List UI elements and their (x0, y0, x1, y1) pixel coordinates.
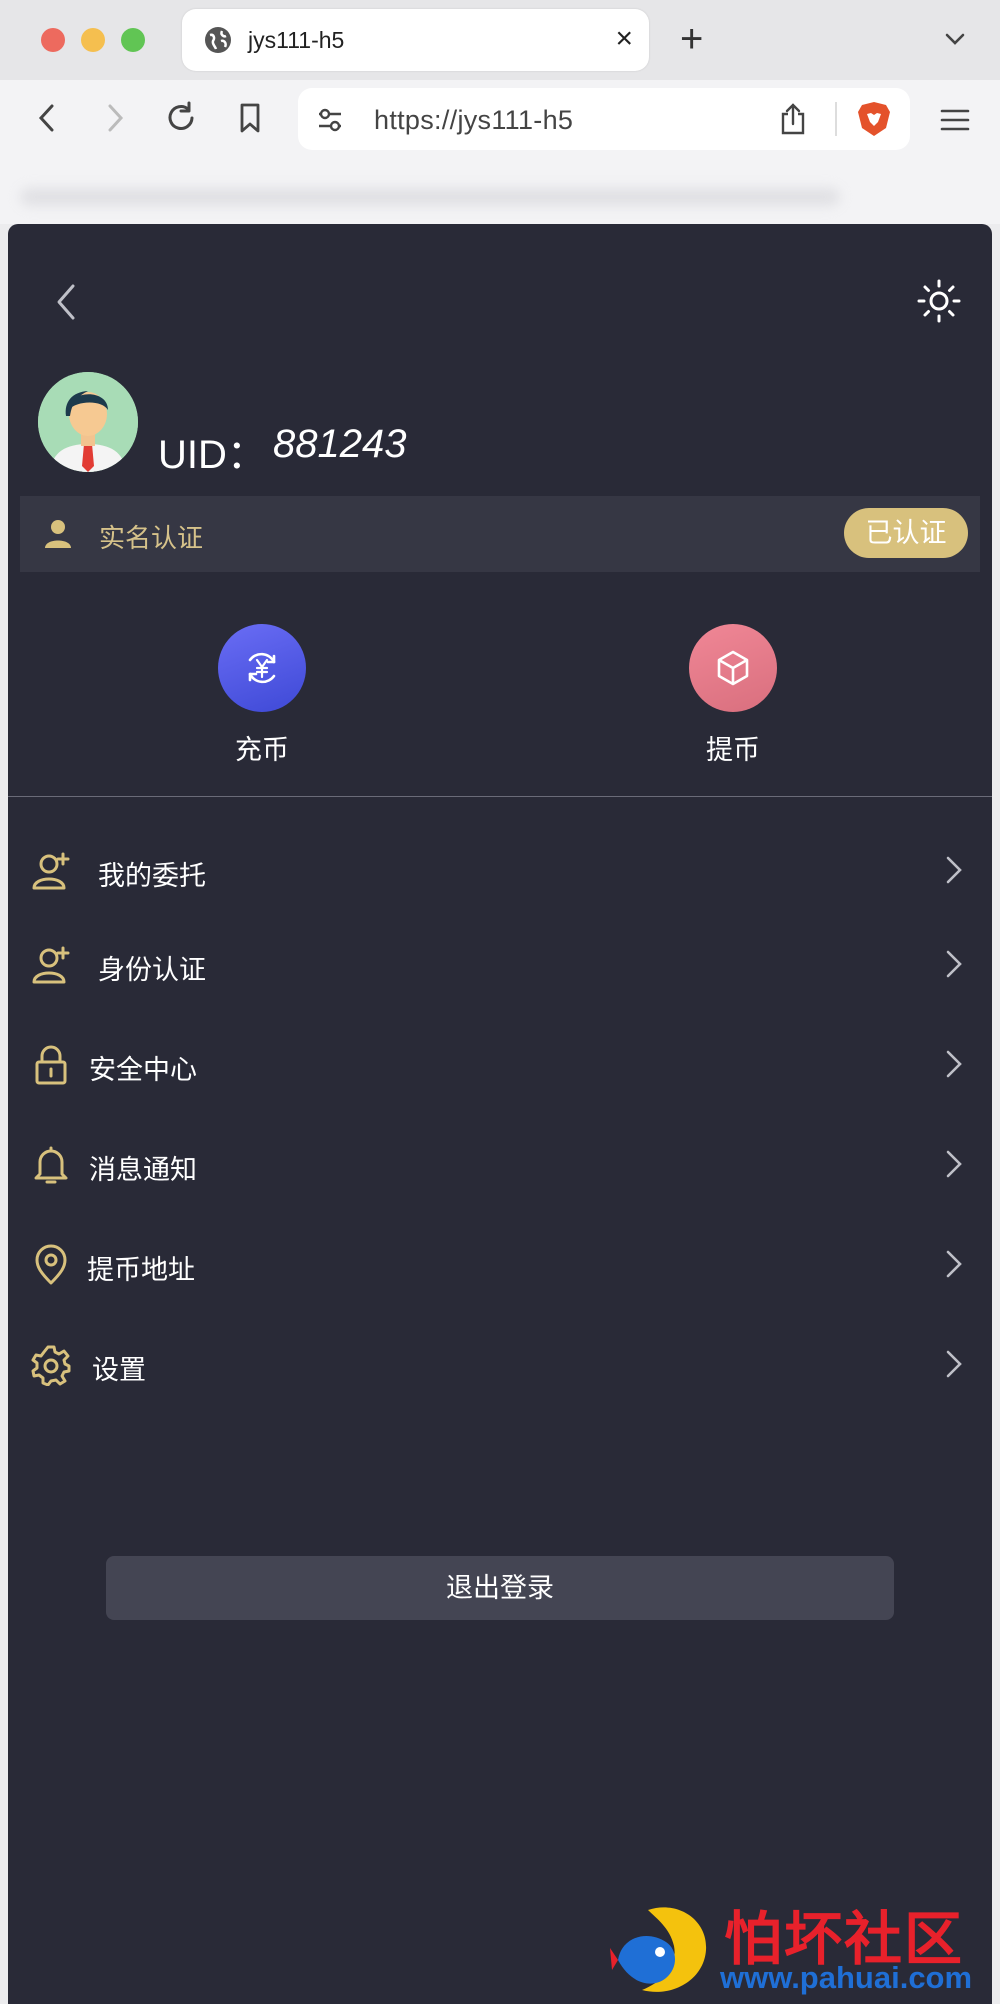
menu-item-label: 消息通知 (89, 1155, 197, 1185)
verified-badge: 已认证 (844, 508, 968, 558)
tab-close-icon[interactable]: × (615, 24, 633, 54)
blurred-strip (0, 158, 1000, 224)
browser-toolbar: https://jys111-h5 (0, 80, 1000, 158)
chevron-right-icon (946, 950, 962, 978)
forward-arrow-icon[interactable] (96, 100, 132, 136)
menu-item-label: 身份认证 (98, 955, 206, 985)
chevron-right-icon (946, 856, 962, 884)
withdraw-icon-circle (689, 624, 777, 712)
watermark-url: www.pahuai.com (720, 1960, 973, 1995)
menu-item-security[interactable]: 安全中心 (8, 1028, 992, 1100)
back-chevron-icon[interactable] (46, 280, 90, 324)
globe-icon (205, 27, 231, 53)
menu-item-label: 安全中心 (89, 1055, 197, 1085)
uid-value: 881243 (273, 422, 407, 466)
menu-item-identity[interactable]: 身份认证 (8, 928, 992, 1000)
lock-icon (35, 1045, 67, 1085)
chevron-right-icon (946, 1350, 962, 1378)
brave-shield-icon[interactable] (856, 100, 892, 138)
menu-item-label: 设置 (92, 1355, 146, 1385)
fish-logo-icon (610, 1907, 707, 1992)
logout-button[interactable]: 退出登录 (106, 1556, 894, 1620)
withdraw-label: 提币 (706, 735, 760, 765)
deposit-button[interactable]: 充币 (202, 624, 322, 767)
maximize-window-button[interactable] (121, 28, 145, 52)
user-add-icon (32, 852, 70, 890)
sun-theme-icon[interactable] (914, 276, 964, 326)
blurred-region (20, 188, 840, 206)
location-pin-icon (35, 1244, 67, 1285)
reload-icon[interactable] (163, 100, 199, 136)
menu-item-my-orders[interactable]: 我的委托 (8, 834, 992, 906)
chevron-down-icon[interactable] (940, 24, 970, 54)
user-avatar-icon (38, 372, 138, 472)
chevron-right-icon (946, 1250, 962, 1278)
section-divider (8, 796, 992, 797)
menu-item-settings[interactable]: 设置 (8, 1328, 992, 1400)
deposit-icon-circle (218, 624, 306, 712)
watermark: 怕坏社区 www.pahuai.com (606, 1892, 1000, 2004)
back-arrow-icon[interactable] (30, 100, 66, 136)
menu-item-label: 我的委托 (98, 861, 206, 891)
yuan-exchange-icon (248, 652, 276, 684)
withdraw-button[interactable]: 提币 (673, 624, 793, 767)
real-name-label: 实名认证 (99, 523, 204, 553)
uid-label: UID： (158, 433, 267, 477)
browser-tab-bar: jys111-h5 × + (0, 0, 1000, 80)
bookmark-icon[interactable] (232, 100, 268, 136)
close-window-button[interactable] (41, 28, 65, 52)
menu-item-notifications[interactable]: 消息通知 (8, 1128, 992, 1200)
minimize-window-button[interactable] (81, 28, 105, 52)
new-tab-button[interactable]: + (680, 14, 703, 64)
site-settings-icon[interactable] (316, 106, 344, 134)
deposit-label: 充币 (235, 735, 289, 765)
tab-title: jys111-h5 (248, 27, 345, 53)
app-screen: UID： 881243 实名认证 已认证 充币 提币 我的委托 身份认证 安全中… (8, 224, 992, 2004)
avatar[interactable] (38, 372, 138, 472)
chevron-right-icon (946, 1150, 962, 1178)
cube-icon (717, 650, 749, 686)
address-bar[interactable]: https://jys111-h5 (298, 88, 910, 150)
user-add-icon (32, 946, 70, 984)
chevron-right-icon (946, 1050, 962, 1078)
menu-item-withdraw-address[interactable]: 提币地址 (8, 1228, 992, 1300)
hamburger-menu-icon[interactable] (938, 106, 972, 134)
bell-icon (34, 1146, 68, 1184)
url-text: https://jys111-h5 (374, 105, 574, 135)
real-name-verification-row[interactable]: 实名认证 已认证 (20, 496, 980, 572)
gear-icon (31, 1345, 71, 1386)
menu-item-label: 提币地址 (87, 1255, 195, 1285)
share-icon[interactable] (778, 103, 808, 135)
browser-tab[interactable]: jys111-h5 × (182, 9, 649, 71)
user-icon (45, 520, 71, 548)
address-bar-divider (835, 102, 837, 136)
